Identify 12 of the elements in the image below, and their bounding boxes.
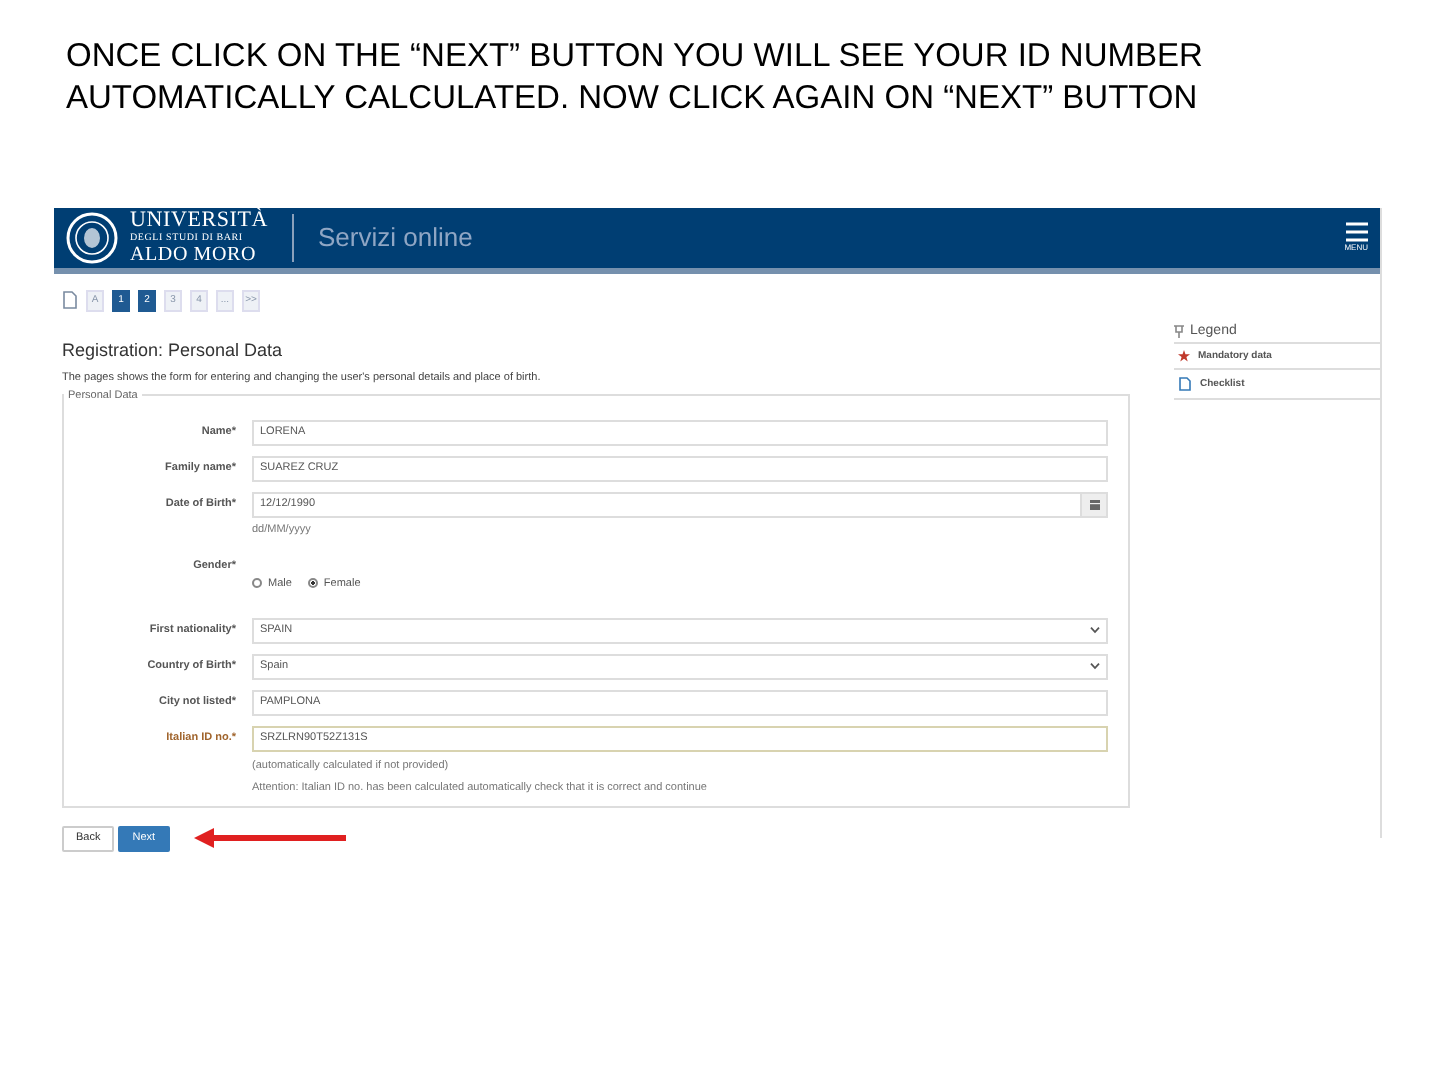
chevron-down-icon [1090, 626, 1100, 635]
star-icon [1178, 349, 1190, 362]
document-icon [1178, 375, 1192, 392]
pin-icon [1174, 323, 1184, 338]
seal-icon [66, 211, 118, 264]
arrow-icon [193, 828, 346, 849]
slide-caption: ONCE CLICK ON THE “NEXT” BUTTON YOU WILL SEE YOUR ID NUMBER AUTOMATICALLY CALCULATED. NOW CLICK AGAIN ON “NEXT” BUTTON [66, 36, 1205, 120]
page-title: Registration: Personal Data [62, 339, 285, 360]
calendar-icon[interactable] [1089, 499, 1099, 510]
chevron-down-icon [1090, 662, 1100, 671]
service-title: Servizi online [318, 222, 475, 253]
document-icon [62, 290, 78, 311]
